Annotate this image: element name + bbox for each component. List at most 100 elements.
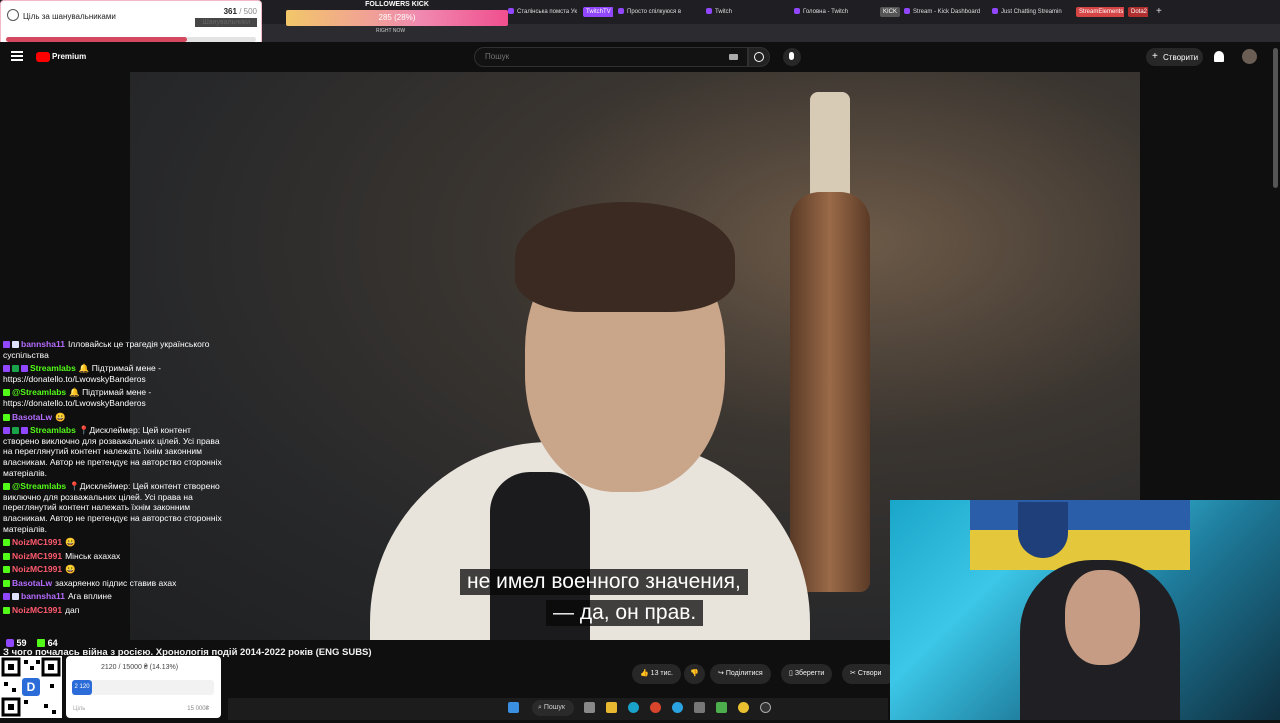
chat-text: захаряенко підпис ставив ахах [55, 577, 177, 588]
browser-tab[interactable]: Сталінська помста Ук [508, 4, 582, 20]
menu-icon[interactable] [11, 51, 23, 61]
save-label: Зберегти [794, 670, 825, 677]
chat-badge-icon [3, 427, 10, 435]
chat-text: Ага вплине [67, 591, 112, 602]
chat-badge-icon [3, 341, 10, 348]
chat-message: BasotaLw 😀 [3, 412, 228, 423]
lamp-image [790, 72, 870, 592]
tab-favicon-icon [508, 8, 514, 15]
save-button[interactable]: ▯ Зберегти [781, 664, 833, 684]
chat-username: NoizMC1991 [12, 605, 63, 616]
goal-count: 361 / 500 [223, 7, 257, 16]
dislike-button[interactable]: 👎 [684, 664, 705, 684]
subtitle-line-2: — да, он прав. [546, 600, 704, 626]
new-tab-button[interactable]: + [1156, 4, 1162, 20]
page-scrollbar[interactable] [1273, 48, 1278, 188]
chat-message: NoizMC1991 😀 [3, 537, 228, 548]
chat-badge-icon [21, 365, 28, 373]
chat-message: NoizMC1991 😀 [3, 564, 228, 575]
donation-progress-track: 2 120 [72, 680, 214, 695]
share-button[interactable]: ↪ Поділитися [710, 664, 771, 684]
donation-goal-label: Ціль [73, 706, 86, 712]
chat-badge-icon [3, 552, 10, 560]
taskbar-search[interactable]: ⌕ Пошук [532, 700, 574, 716]
qr-code-icon: D [1, 657, 61, 717]
chat-badge-icon [12, 341, 19, 348]
search-box[interactable] [474, 47, 748, 67]
like-count: 13 тис. [650, 670, 673, 677]
browser-tab[interactable]: KICK [880, 4, 900, 20]
youtube-logo-text[interactable]: Premium [52, 52, 86, 61]
chat-username: Streamlabs [30, 363, 76, 374]
browser-tab[interactable]: Just Chatting Streamin [992, 4, 1072, 20]
chat-message: Streamlabs 🔔 Підтримай мене - https://don… [3, 363, 228, 384]
browser-tab[interactable]: Dota2 [1128, 4, 1148, 20]
browser-tab[interactable]: Stream - Kick Dashboard [904, 4, 986, 20]
chat-message: NoizMC1991 Мінськ ахахах [3, 551, 228, 562]
steam-icon[interactable] [760, 702, 771, 713]
chat-username: NoizMC1991 [12, 564, 63, 575]
followers-kick-right-now: RIGHT NOW [376, 28, 406, 34]
webcam-overlay [890, 500, 1280, 720]
emblem-icon [1018, 502, 1068, 558]
twitch-icon [6, 639, 14, 647]
youtube-logo-icon[interactable] [36, 52, 50, 62]
chat-badge-icon [3, 539, 10, 547]
chat-message: Streamlabs 📍Дисклеймер: Цей контент створ… [3, 425, 228, 478]
clip-button[interactable]: ✂ Створи [842, 664, 896, 684]
search-input[interactable] [483, 51, 727, 62]
kick-icon [37, 639, 46, 647]
chrome-icon[interactable] [738, 702, 749, 713]
chat-badge-icon [3, 483, 10, 491]
browser-tab[interactable]: Головна - Twitch [794, 4, 872, 20]
chat-badge-icon [3, 365, 10, 373]
browser-tab[interactable]: Twitch [706, 4, 790, 20]
start-icon[interactable] [508, 702, 519, 713]
chat-message: bannsha11 Ага вплине [3, 591, 228, 602]
tab-favicon-icon [706, 8, 712, 15]
donation-goal-amount: 15 000₴ [187, 706, 209, 712]
followers-kick-bar: 285 (28%) [286, 10, 508, 26]
edge-icon[interactable] [628, 702, 639, 713]
notifications-bell-icon[interactable] [1214, 51, 1224, 62]
goal-subtitle: Шанувальники [195, 18, 257, 27]
search-icon [754, 52, 764, 62]
browser-icon[interactable] [650, 702, 661, 713]
create-button[interactable]: + Створити [1146, 48, 1203, 66]
obs-icon[interactable] [716, 702, 727, 713]
chat-username: NoizMC1991 [12, 537, 63, 548]
microphone-icon [789, 52, 794, 60]
clip-label: Створи [857, 670, 882, 677]
app-icon[interactable] [694, 702, 705, 713]
video-person-hair [515, 202, 735, 312]
browser-tab[interactable]: StreamElements [1076, 4, 1124, 20]
chat-badge-icon [3, 593, 10, 601]
task-view-icon[interactable] [584, 702, 595, 713]
chat-badge-icon [3, 389, 10, 397]
chat-username: NoizMC1991 [12, 550, 63, 561]
like-button[interactable]: 👍 13 тис. [632, 664, 681, 684]
file-explorer-icon[interactable] [606, 702, 617, 713]
browser-tab[interactable]: Просто спілкуюся в [618, 4, 702, 20]
telegram-icon[interactable] [672, 702, 683, 713]
scissors-icon: ✂ [850, 670, 856, 677]
tab-favicon-icon [618, 8, 624, 15]
chat-message: NoizMC1991 дап [3, 605, 228, 616]
chat-badge-icon [3, 607, 10, 615]
browser-tab[interactable]: TwitchTV [583, 4, 613, 20]
voice-search-button[interactable] [783, 48, 801, 66]
chat-text: Мінськ ахахах [65, 550, 121, 561]
chat-badge-icon [3, 566, 10, 574]
chat-message: bannsha11 Ілловайськ це трагедія українсь… [3, 339, 228, 360]
create-label: Створити [1163, 53, 1199, 62]
bookmark-icon: ▯ [789, 670, 793, 677]
search-button[interactable] [748, 47, 770, 67]
chat-badge-icon [3, 413, 10, 421]
keyboard-icon[interactable] [729, 54, 738, 60]
followers-kick-label: FOLLOWERS KICK [365, 1, 429, 8]
avatar[interactable] [1242, 49, 1257, 64]
chat-text: 😀 [65, 537, 76, 548]
followers-kick-widget: FOLLOWERS KICK 285 (28%) RIGHT NOW [286, 0, 508, 34]
chat-text: 😀 [65, 564, 76, 575]
donation-progress-text: 2120 / 15000 ₴ (14.13%) [101, 664, 179, 671]
